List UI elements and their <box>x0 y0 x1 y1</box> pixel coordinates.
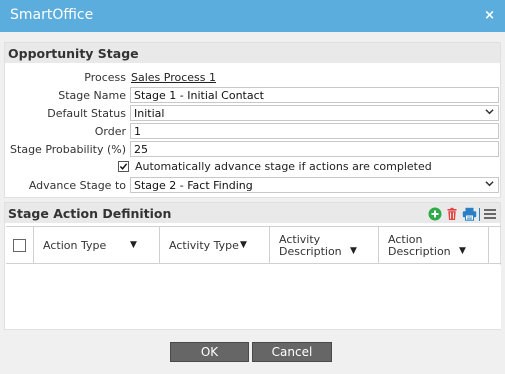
select-all-checkbox[interactable] <box>13 239 26 252</box>
sort-icon[interactable]: ▼ <box>350 246 357 256</box>
sort-icon[interactable]: ▼ <box>240 240 247 250</box>
advance-to-row: Advance Stage to Stage 2 - Fact Finding <box>5 177 502 195</box>
process-label: Process <box>84 71 126 84</box>
chevron-down-icon <box>485 179 494 191</box>
chevron-down-icon <box>485 107 494 119</box>
column-action-description[interactable]: Action Description ▼ <box>379 227 489 264</box>
dialog-body: Opportunity Stage Process Sales Process … <box>0 32 505 374</box>
sort-icon[interactable]: ▼ <box>459 246 466 256</box>
stage-action-panel: Stage Action Definition Action Type ▼ Ac… <box>4 202 501 330</box>
probability-value: 25 <box>134 143 148 156</box>
default-status-row: Default Status Initial <box>5 105 502 123</box>
order-row: Order 1 <box>5 123 502 141</box>
action-toolbar <box>428 206 497 222</box>
stage-name-row: Stage Name Stage 1 - Initial Contact <box>5 87 502 105</box>
column-activity-description-label: Activity Description <box>279 233 342 258</box>
stage-action-header: Stage Action Definition <box>5 203 500 223</box>
column-activity-type-label: Activity Type <box>169 239 239 252</box>
ok-button[interactable]: OK <box>170 342 249 362</box>
default-status-label: Default Status <box>47 107 126 120</box>
order-value: 1 <box>134 125 141 138</box>
process-link[interactable]: Sales Process 1 <box>131 71 216 84</box>
default-status-select[interactable]: Initial <box>130 105 499 121</box>
advance-to-select[interactable]: Stage 2 - Fact Finding <box>130 177 499 193</box>
add-icon[interactable] <box>428 207 442 221</box>
window-title: SmartOffice <box>10 7 94 23</box>
action-grid-body <box>6 265 501 329</box>
auto-advance-label: Automatically advance stage if actions a… <box>135 160 432 173</box>
probability-input[interactable]: 25 <box>130 141 499 157</box>
column-activity-type[interactable]: Activity Type ▼ <box>160 227 270 264</box>
default-status-value: Initial <box>134 107 165 120</box>
stage-name-input[interactable]: Stage 1 - Initial Contact <box>130 87 499 103</box>
toolbar-divider <box>479 207 480 221</box>
probability-label: Stage Probability (%) <box>10 143 126 156</box>
advance-to-label: Advance Stage to <box>28 179 126 192</box>
stage-name-label: Stage Name <box>58 89 126 102</box>
probability-row: Stage Probability (%) 25 <box>5 141 502 159</box>
process-row: Process Sales Process 1 <box>5 69 502 87</box>
column-action-type[interactable]: Action Type ▼ <box>34 227 160 264</box>
auto-advance-checkbox[interactable] <box>118 161 129 172</box>
print-icon[interactable] <box>462 207 477 221</box>
opportunity-stage-header: Opportunity Stage <box>5 43 500 63</box>
select-all-cell <box>6 227 34 264</box>
opportunity-stage-panel: Opportunity Stage Process Sales Process … <box>4 42 501 198</box>
action-grid-header: Action Type ▼ Activity Type ▼ Activity D… <box>6 226 501 264</box>
cancel-button[interactable]: Cancel <box>252 342 332 362</box>
column-action-type-label: Action Type <box>43 239 107 252</box>
order-input[interactable]: 1 <box>130 123 499 139</box>
order-label: Order <box>94 125 126 138</box>
close-icon[interactable]: × <box>484 8 495 23</box>
sort-icon[interactable]: ▼ <box>130 240 137 250</box>
title-bar: SmartOffice × <box>0 0 505 32</box>
delete-icon[interactable] <box>445 207 459 221</box>
column-action-description-label: Action Description <box>388 233 451 258</box>
auto-advance-row: Automatically advance stage if actions a… <box>5 159 502 177</box>
menu-icon[interactable] <box>483 207 497 221</box>
scrollbar-spacer <box>489 227 501 264</box>
column-activity-description[interactable]: Activity Description ▼ <box>270 227 379 264</box>
stage-name-value: Stage 1 - Initial Contact <box>134 89 264 102</box>
advance-to-value: Stage 2 - Fact Finding <box>134 179 253 192</box>
